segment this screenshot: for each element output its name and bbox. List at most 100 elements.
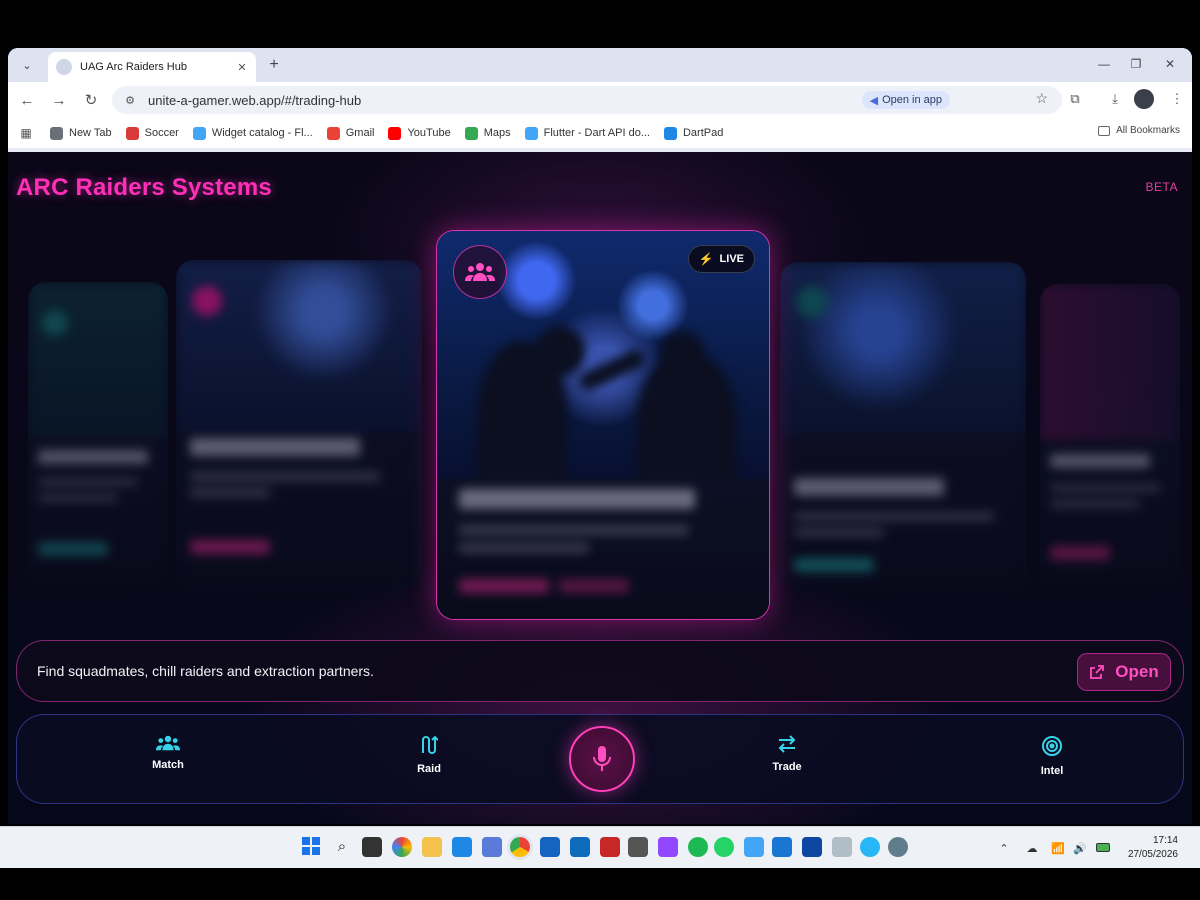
app-icon-red[interactable] xyxy=(600,837,620,857)
open-in-app-button[interactable]: ◀ Open in app xyxy=(861,91,950,109)
app-icon-blue[interactable] xyxy=(772,837,792,857)
flutter-icon[interactable] xyxy=(744,837,764,857)
tab-strip: ⌄ UAG Arc Raiders Hub ✕ + — ❐ ✕ xyxy=(8,48,1192,82)
bookmark-item[interactable]: Maps xyxy=(464,126,511,140)
nav-item-trade[interactable]: Trade xyxy=(742,735,832,773)
settings-icon[interactable] xyxy=(888,837,908,857)
bookmark-label: Widget catalog - Fl... xyxy=(211,127,313,139)
clock-time: 17:14 xyxy=(1152,835,1178,846)
nav-item-match[interactable]: Match xyxy=(123,735,213,771)
app-icon-generic[interactable] xyxy=(482,837,502,857)
edge-icon[interactable] xyxy=(860,837,880,857)
outlook-icon[interactable] xyxy=(570,837,590,857)
bookmark-favicon-icon xyxy=(464,126,478,140)
bookmark-label: New Tab xyxy=(69,127,112,139)
cloud-icon[interactable]: ☁ xyxy=(1024,840,1040,856)
tab-search-button[interactable]: ⌄ xyxy=(16,55,38,75)
open-button[interactable]: Open xyxy=(1077,653,1171,691)
twitch-icon[interactable] xyxy=(658,837,678,857)
menu-icon[interactable]: ⋮ xyxy=(1166,88,1188,110)
nav-label-intel: Intel xyxy=(1040,765,1064,777)
nav-item-intel[interactable]: Intel xyxy=(1007,735,1097,777)
browser-toolbar: ← → ↻ ⚙ unite-a-gamer.web.app/#/trading-… xyxy=(8,82,1192,118)
bookmark-label: Soccer xyxy=(144,127,179,139)
search-icon[interactable]: ⌕ xyxy=(332,837,352,857)
bookmark-label: DartPad xyxy=(682,127,724,139)
vscode-icon[interactable] xyxy=(452,837,472,857)
bookmark-item[interactable]: YouTube xyxy=(388,126,451,140)
close-window-button[interactable]: ✕ xyxy=(1156,54,1184,74)
info-text: Find squadmates, chill raiders and extra… xyxy=(37,663,374,679)
browser-window: ⌄ UAG Arc Raiders Hub ✕ + — ❐ ✕ ← → ↻ ⚙ … xyxy=(8,48,1192,152)
card-blurred-content xyxy=(780,262,1026,592)
bookmark-favicon-icon xyxy=(388,126,402,140)
app-icon-darkblue[interactable] xyxy=(802,837,822,857)
featured-group-icon xyxy=(453,245,507,299)
microphone-button[interactable] xyxy=(569,726,635,792)
task-view-icon[interactable] xyxy=(362,837,382,857)
info-bar: Find squadmates, chill raiders and extra… xyxy=(16,640,1184,702)
bookmark-item[interactable]: Flutter - Dart API do... xyxy=(524,126,650,140)
carousel-card-far-right[interactable] xyxy=(1040,284,1180,584)
system-clock[interactable]: 17:14 27/05/2026 xyxy=(1128,834,1178,862)
live-label: LIVE xyxy=(719,253,744,265)
address-bar[interactable]: ⚙ unite-a-gamer.web.app/#/trading-hub ◀ O… xyxy=(112,86,1062,114)
featured-card-body xyxy=(437,479,769,619)
radar-icon xyxy=(1042,736,1062,756)
minimize-button[interactable]: — xyxy=(1090,54,1118,74)
taskbar: ⌕ ⌃ ☁ 📶 🔊 17:14 27/05/2026 xyxy=(0,826,1200,868)
bookmark-item[interactable]: DartPad xyxy=(663,126,724,140)
bookmark-favicon-icon xyxy=(326,126,340,140)
bookmark-favicon-icon xyxy=(524,126,538,140)
app-icon: ◀ xyxy=(869,94,879,107)
open-label: Open xyxy=(1115,662,1159,681)
nav-item-raid[interactable]: Raid xyxy=(384,735,474,775)
browser-tab[interactable]: UAG Arc Raiders Hub ✕ xyxy=(48,52,256,82)
nav-label-raid: Raid xyxy=(417,763,441,775)
bookmark-star-icon[interactable]: ☆ xyxy=(1035,90,1048,107)
apps-grid-icon[interactable]: ▦ xyxy=(16,123,36,143)
bookmark-label: YouTube xyxy=(407,127,451,139)
copilot-icon[interactable] xyxy=(392,837,412,857)
maximize-button[interactable]: ❐ xyxy=(1122,54,1150,74)
external-link-icon xyxy=(1089,664,1105,680)
windows-start-button[interactable] xyxy=(302,837,322,857)
group-icon xyxy=(156,735,180,751)
app-page: ARC Raiders Systems BETA ⚡ LIVE Find squ… xyxy=(8,152,1192,824)
featured-card[interactable]: ⚡ LIVE xyxy=(436,230,770,620)
profile-avatar[interactable] xyxy=(1134,89,1154,109)
bookmark-favicon-icon xyxy=(125,126,139,140)
reload-button[interactable]: ↻ xyxy=(78,87,104,113)
download-icon[interactable]: ⤓ xyxy=(1104,88,1126,110)
bookmark-item[interactable]: Widget catalog - Fl... xyxy=(192,126,313,140)
whatsapp-icon[interactable] xyxy=(714,837,734,857)
extensions-icon[interactable]: ⧉ xyxy=(1064,88,1086,110)
page-title: ARC Raiders Systems xyxy=(16,174,272,201)
app-icon-gray[interactable] xyxy=(628,837,648,857)
volume-icon[interactable]: 🔊 xyxy=(1072,840,1088,856)
carousel-card-far-left[interactable] xyxy=(28,282,168,582)
bottom-nav: Match Raid Trade Intel xyxy=(16,714,1184,804)
carousel-card-left[interactable] xyxy=(176,260,422,590)
bookmark-item[interactable]: Gmail xyxy=(326,126,374,140)
carousel-card-right[interactable] xyxy=(780,262,1026,592)
bookmark-item[interactable]: New Tab xyxy=(50,126,112,140)
new-tab-button[interactable]: + xyxy=(264,55,284,75)
file-explorer-icon[interactable] xyxy=(422,837,442,857)
chrome-icon[interactable] xyxy=(510,837,530,857)
chevron-up-icon[interactable]: ⌃ xyxy=(996,840,1012,856)
app-icon-light[interactable] xyxy=(832,837,852,857)
bookmark-item[interactable]: Soccer xyxy=(125,126,179,140)
wifi-icon[interactable]: 📶 xyxy=(1050,840,1066,856)
spotify-icon[interactable] xyxy=(688,837,708,857)
store-icon[interactable] xyxy=(540,837,560,857)
lightning-icon: ⚡ xyxy=(698,252,714,266)
tab-close-icon[interactable]: ✕ xyxy=(236,61,248,74)
battery-icon[interactable] xyxy=(1096,843,1110,852)
forward-button[interactable]: → xyxy=(46,87,72,113)
all-bookmarks-button[interactable]: All Bookmarks xyxy=(1098,125,1180,136)
route-icon xyxy=(422,735,438,754)
beta-badge: BETA xyxy=(1145,180,1178,194)
site-info-icon[interactable]: ⚙ xyxy=(122,92,138,108)
back-button[interactable]: ← xyxy=(14,87,40,113)
